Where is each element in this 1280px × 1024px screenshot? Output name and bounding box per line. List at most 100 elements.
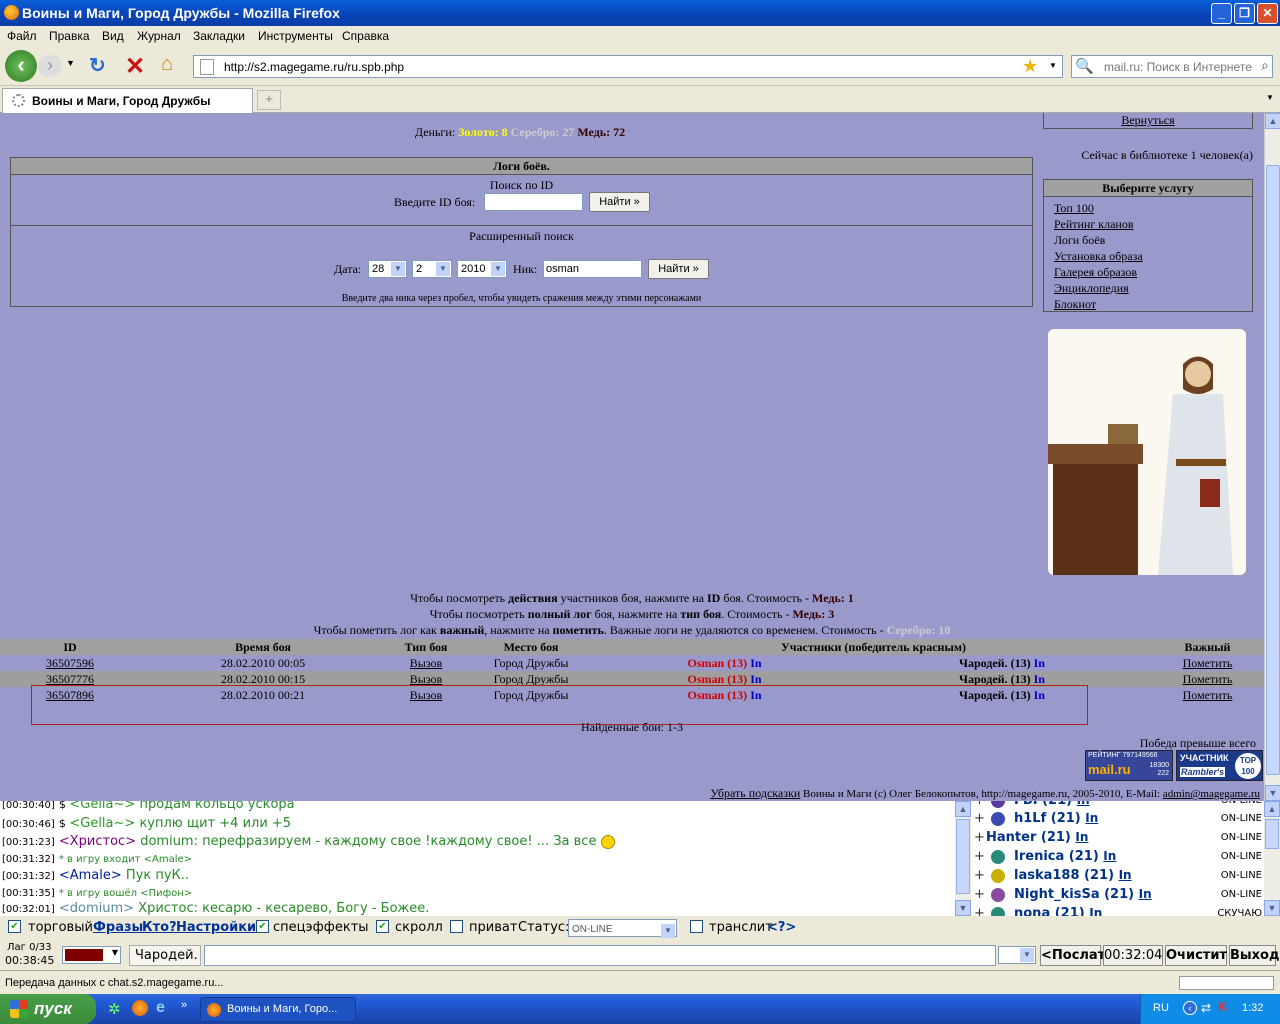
tab-active[interactable]: Воины и Маги, Город Дружбы — [2, 88, 253, 113]
add-private-icon[interactable]: + — [974, 811, 985, 826]
user-nick[interactable]: h1Lf (21) In — [1014, 811, 1098, 826]
maximize-icon[interactable]: ❐ — [1234, 3, 1255, 24]
scroll-down-icon[interactable]: ▼ — [1265, 785, 1280, 801]
user-row[interactable]: + nona (21) In СКУЧАЮ — [971, 905, 1264, 916]
url-dropdown-icon[interactable]: ▼ — [1049, 61, 1057, 70]
message-nick[interactable]: <Христос> — [59, 834, 136, 849]
user-info-link[interactable]: In — [1103, 849, 1116, 863]
ie-quicklaunch-icon[interactable]: e — [156, 999, 165, 1017]
home-icon[interactable]: ⌂ — [161, 53, 173, 76]
firefox-quicklaunch-icon[interactable] — [132, 1000, 148, 1016]
mailru-counter[interactable]: РЕЙТИНГ 797149566 mail.ru 18300 222 — [1085, 750, 1173, 781]
user-info-link[interactable]: In — [1077, 801, 1090, 807]
user-nick[interactable]: nona (21) In — [1014, 906, 1102, 916]
language-indicator[interactable]: RU — [1153, 1002, 1169, 1014]
scroll-up-icon[interactable]: ▲ — [955, 801, 971, 817]
user-row[interactable]: + h1Lf (21) In ON-LINE — [971, 810, 1264, 829]
effects-checkbox[interactable]: ✔ — [256, 920, 269, 933]
quicklaunch-icon[interactable]: ✲ — [108, 1000, 121, 1018]
loser-info-link[interactable]: In — [1034, 656, 1045, 670]
scroll-down-icon[interactable]: ▼ — [1264, 900, 1280, 916]
tab-list-icon[interactable]: ▼ — [1266, 93, 1274, 102]
user-list-scrollbar[interactable]: ▲ ▼ — [1264, 801, 1280, 916]
quicklaunch-more-icon[interactable]: » — [181, 999, 187, 1011]
hide-hints-link[interactable]: Убрать подсказки — [710, 786, 800, 800]
search-go-icon[interactable]: ⌕ — [1261, 57, 1269, 74]
find-by-id-button[interactable]: Найти » — [589, 192, 650, 212]
user-info-link[interactable]: In — [1139, 887, 1152, 901]
mark-important-link[interactable]: Пометить — [1183, 656, 1233, 670]
user-row[interactable]: + Irenica (21) In ON-LINE — [971, 848, 1264, 867]
battle-type-link[interactable]: Вызов — [410, 672, 442, 686]
menu-bookmarks[interactable]: Закладки — [193, 29, 245, 43]
clear-button[interactable]: Очистит — [1165, 945, 1227, 966]
add-private-icon[interactable]: + — [974, 887, 985, 902]
rambler-counter[interactable]: УЧАСТНИК Rambler's TOP 100 — [1176, 750, 1263, 781]
message-nick[interactable]: <Gella~> — [69, 801, 135, 812]
smiley-select[interactable]: ▼ — [998, 946, 1036, 964]
battle-id-link[interactable]: 36507776 — [46, 672, 94, 686]
message-nick[interactable]: <Amale> — [59, 868, 122, 883]
return-link[interactable]: Вернуться — [1121, 113, 1174, 127]
winner-info-link[interactable]: In — [750, 656, 761, 670]
network-icon[interactable]: ⇄ — [1201, 1001, 1211, 1015]
history-dropdown-icon[interactable]: ▼ — [66, 58, 75, 68]
send-button[interactable]: <Послат — [1040, 945, 1105, 966]
stop-icon[interactable]: ✕ — [125, 52, 145, 81]
translit-help-link[interactable]: <?> — [767, 920, 796, 935]
scroll-thumb[interactable] — [1265, 819, 1279, 849]
url-bar[interactable]: http://s2.magegame.ru/ru.spb.php ★ ▼ — [193, 55, 1063, 78]
back-icon[interactable]: ‹ — [5, 50, 37, 82]
month-select[interactable]: 2 ▼ — [412, 260, 452, 278]
mark-important-link[interactable]: Пометить — [1183, 688, 1233, 702]
add-private-icon[interactable]: + — [974, 906, 985, 916]
battle-id-input[interactable] — [484, 193, 583, 211]
settings-link[interactable]: Настройки — [176, 920, 256, 935]
chat-scrollbar[interactable]: ▲ ▼ — [955, 801, 971, 916]
page-scrollbar[interactable]: ▲ ▼ — [1264, 113, 1280, 801]
user-nick[interactable]: Irenica (21) In — [1014, 849, 1116, 864]
reload-icon[interactable]: ↻ — [89, 53, 106, 78]
status-select[interactable]: ON-LINE ▼ — [568, 919, 677, 938]
user-nick[interactable]: FBI (21) In — [1014, 801, 1090, 808]
menu-view[interactable]: Вид — [102, 29, 124, 43]
close-window-icon[interactable]: ✕ — [1257, 3, 1278, 24]
exit-button[interactable]: Выход — [1229, 945, 1279, 966]
menu-file[interactable]: Файл — [7, 29, 37, 43]
battle-id-link[interactable]: 36507596 — [46, 656, 94, 670]
user-info-link[interactable]: In — [1089, 906, 1102, 916]
add-private-icon[interactable]: + — [974, 868, 985, 883]
scroll-thumb[interactable] — [1266, 165, 1280, 775]
menu-edit[interactable]: Правка — [49, 29, 90, 43]
tray-arrow-icon[interactable]: ‹ — [1183, 1001, 1197, 1015]
user-nick[interactable]: laska188 (21) In — [1014, 868, 1132, 883]
search-box[interactable]: 🔍 mail.ru: Поиск в Интернете ⌕ — [1071, 55, 1273, 78]
minimize-icon[interactable]: _ — [1211, 3, 1232, 24]
service-item[interactable]: Блокнот — [1054, 296, 1143, 312]
user-row[interactable]: + laska188 (21) In ON-LINE — [971, 867, 1264, 886]
trade-checkbox[interactable]: ✔ — [8, 920, 21, 933]
scroll-up-icon[interactable]: ▲ — [1264, 801, 1280, 817]
user-info-link[interactable]: In — [1085, 811, 1098, 825]
service-item[interactable]: Галерея образов — [1054, 264, 1143, 280]
battle-type-link[interactable]: Вызов — [410, 656, 442, 670]
year-select[interactable]: 2010 ▼ — [457, 260, 507, 278]
menu-tools[interactable]: Инструменты — [258, 29, 333, 43]
menu-history[interactable]: Журнал — [137, 29, 181, 43]
email-link[interactable]: admin@magegame.ru — [1163, 788, 1260, 800]
scroll-thumb[interactable] — [956, 819, 970, 894]
mark-important-link[interactable]: Пометить — [1183, 672, 1233, 686]
service-item[interactable]: Установка образа — [1054, 248, 1143, 264]
add-private-icon[interactable]: + — [974, 830, 985, 845]
user-nick[interactable]: Night_kisSa (21) In — [1014, 887, 1152, 902]
taskbar-firefox-window[interactable]: Воины и Маги, Горо... — [200, 997, 356, 1022]
who-link[interactable]: Кто? — [142, 920, 177, 935]
loser-info-link[interactable]: In — [1034, 672, 1045, 686]
forward-icon[interactable]: › — [38, 55, 62, 77]
user-info-link[interactable]: In — [1075, 830, 1088, 844]
user-nick[interactable]: Hanter (21) In — [986, 830, 1088, 845]
color-select[interactable]: ▼ — [62, 946, 121, 964]
recipient-field[interactable]: Чародей. — [129, 945, 201, 966]
add-private-icon[interactable]: + — [974, 849, 985, 864]
phrases-link[interactable]: Фразы — [93, 920, 143, 935]
